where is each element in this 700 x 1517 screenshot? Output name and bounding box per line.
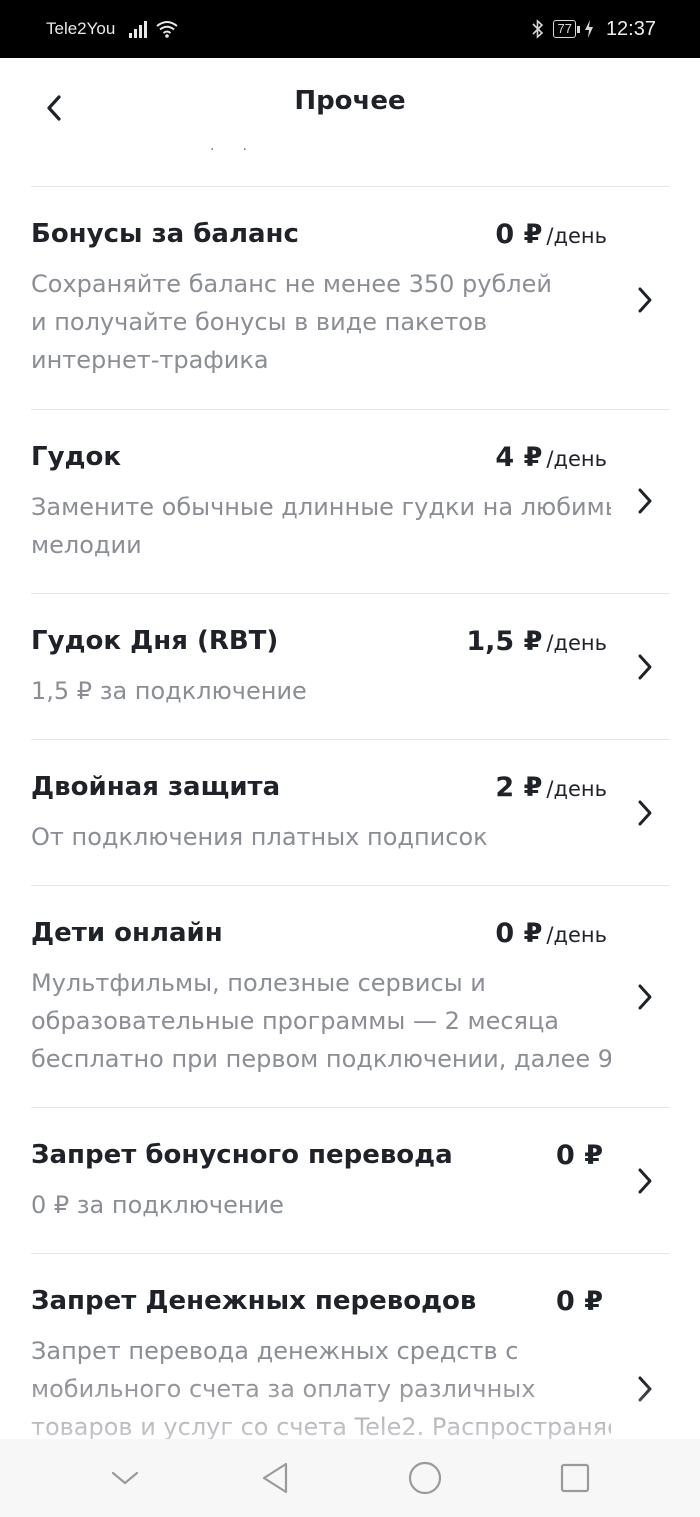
- recents-square-icon: [560, 1463, 590, 1493]
- service-title: Бонусы за баланс: [31, 219, 299, 249]
- price-value: 0 ₽: [556, 1140, 603, 1171]
- service-list: Бонусы за баланс 0 ₽/день Сохраняйте бал…: [31, 186, 669, 1483]
- service-description: От подключения платных подписок: [31, 818, 611, 856]
- service-price: 4 ₽/день: [495, 442, 607, 473]
- chevron-right-icon: [638, 287, 652, 313]
- price-value: 1,5 ₽: [466, 626, 543, 657]
- service-title: Дети онлайн: [31, 918, 223, 948]
- service-price: 0 ₽: [556, 1286, 607, 1317]
- service-description: Мультфильмы, полезные сервисы и образова…: [31, 964, 611, 1078]
- description-line: интернет-трафика: [31, 346, 269, 374]
- battery-icon: 77: [553, 20, 581, 38]
- scrolled-content-remnant: ··: [210, 142, 275, 158]
- price-period: /день: [546, 777, 607, 801]
- description-line: мелодии: [31, 531, 142, 559]
- description-line: Сохраняйте баланс не менее 350 рублей: [31, 270, 552, 298]
- charging-icon: [584, 20, 594, 38]
- app-header: Прочее: [0, 58, 700, 153]
- service-description: Замените обычные длинные гудки на любимы…: [31, 488, 611, 564]
- price-value: 0 ₽: [495, 219, 543, 250]
- wifi-icon: [155, 19, 179, 39]
- system-nav-bar: [0, 1439, 700, 1517]
- price-period: /день: [546, 447, 607, 471]
- signal-icon: [129, 20, 148, 38]
- service-description: Запрет перевода денежных средств с мобил…: [31, 1332, 611, 1446]
- chevron-right-icon: [638, 1168, 652, 1194]
- description-line: образовательные программы — 2 месяца: [31, 1007, 560, 1035]
- description-line: От подключения платных подписок: [31, 823, 488, 851]
- nav-recents-button[interactable]: [545, 1448, 605, 1508]
- chevron-right-icon: [638, 654, 652, 680]
- service-item-gudok[interactable]: Гудок 4 ₽/день Замените обычные длинные …: [31, 409, 669, 593]
- chevron-right-icon: [638, 488, 652, 514]
- carrier-name: Tele2You: [46, 19, 116, 38]
- service-item-kids-online[interactable]: Дети онлайн 0 ₽/день Мультфильмы, полезн…: [31, 885, 669, 1107]
- nav-home-button[interactable]: [395, 1448, 455, 1508]
- price-period: /день: [546, 631, 607, 655]
- clock: 12:37: [605, 17, 656, 40]
- status-right: 77 12:37: [531, 18, 656, 41]
- description-line: бесплатно при первом подключении, далее …: [31, 1045, 611, 1073]
- description-line: и получайте бонусы в виде пакетов: [31, 308, 488, 336]
- chevron-right-icon: [638, 800, 652, 826]
- back-triangle-icon: [262, 1462, 288, 1494]
- description-line: Запрет перевода денежных средств с: [31, 1337, 519, 1365]
- description-line: мобильного счета за оплату различных: [31, 1375, 536, 1403]
- service-price: 0 ₽/день: [495, 219, 607, 250]
- description-line: Мультфильмы, полезные сервисы и: [31, 969, 486, 997]
- price-value: 0 ₽: [495, 918, 543, 949]
- status-left: Tele2You: [46, 19, 179, 39]
- chevron-down-icon: [111, 1471, 139, 1485]
- service-price: 0 ₽/день: [495, 918, 607, 949]
- description-line: 1,5 ₽ за подключение: [31, 677, 307, 705]
- hide-nav-button[interactable]: [95, 1448, 155, 1508]
- nav-back-button[interactable]: [245, 1448, 305, 1508]
- price-period: /день: [546, 923, 607, 947]
- service-description: 1,5 ₽ за подключение: [31, 672, 611, 710]
- page-title: Прочее: [294, 86, 406, 116]
- home-circle-icon: [408, 1461, 442, 1495]
- service-title: Запрет бонусного перевода: [31, 1140, 453, 1170]
- service-item-double-protection[interactable]: Двойная защита 2 ₽/день От подключения п…: [31, 739, 669, 885]
- service-title: Гудок: [31, 442, 122, 472]
- price-period: /день: [546, 224, 607, 248]
- service-description: Сохраняйте баланс не менее 350 рублей и …: [31, 265, 611, 379]
- bluetooth-icon: [531, 19, 545, 39]
- service-price: 1,5 ₽/день: [466, 626, 607, 657]
- service-description: 0 ₽ за подключение: [31, 1186, 611, 1224]
- description-line: Замените обычные длинные гудки на любимы…: [31, 493, 611, 521]
- service-item-bonuses-for-balance[interactable]: Бонусы за баланс 0 ₽/день Сохраняйте бал…: [31, 186, 669, 409]
- price-value: 0 ₽: [556, 1286, 603, 1317]
- service-title: Запрет Денежных переводов: [31, 1286, 477, 1316]
- chevron-right-icon: [638, 984, 652, 1010]
- description-line: 0 ₽ за подключение: [31, 1191, 284, 1219]
- service-title: Двойная защита: [31, 772, 281, 802]
- service-price: 0 ₽: [556, 1140, 607, 1171]
- chevron-right-icon: [638, 1376, 652, 1402]
- status-bar: Tele2You 77 12:37: [0, 0, 700, 58]
- price-value: 2 ₽: [495, 772, 543, 803]
- price-value: 4 ₽: [495, 442, 543, 473]
- service-item-bonus-transfer-ban[interactable]: Запрет бонусного перевода 0 ₽ 0 ₽ за под…: [31, 1107, 669, 1253]
- service-price: 2 ₽/день: [495, 772, 607, 803]
- service-item-gudok-dnya[interactable]: Гудок Дня (RBT) 1,5 ₽/день 1,5 ₽ за подк…: [31, 593, 669, 739]
- service-title: Гудок Дня (RBT): [31, 626, 279, 656]
